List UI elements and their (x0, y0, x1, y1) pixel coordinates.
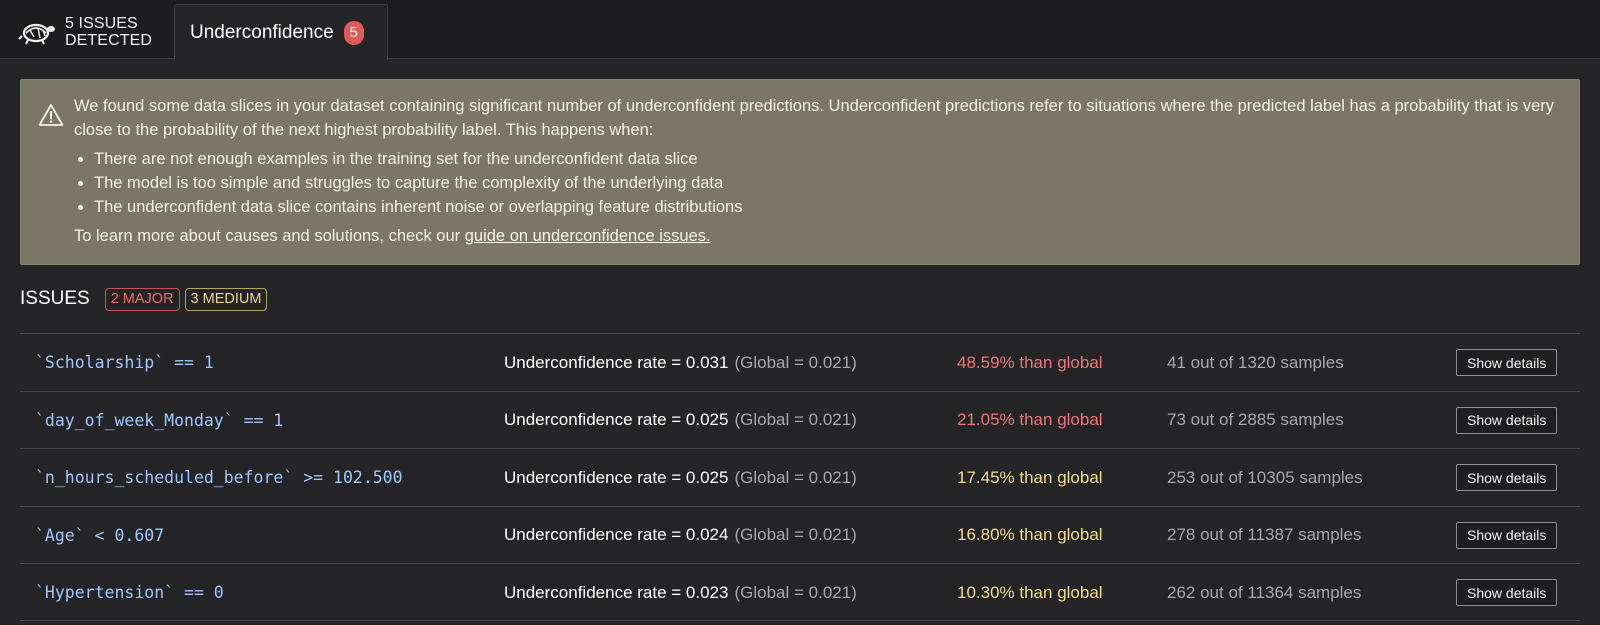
metric-cell: Underconfidence rate = 0.024 (Global = 0.… (504, 507, 857, 564)
samples-count: 278 out of 11387 samples (1167, 525, 1362, 544)
metric-cell: Underconfidence rate = 0.023 (Global = 0.… (504, 564, 857, 621)
info-alert: We found some data slices in your datase… (20, 79, 1580, 265)
global-value: (Global = 0.021) (734, 352, 857, 372)
warning-triangle-icon (38, 104, 64, 126)
issues-header: ISSUES 2 MAJOR 3 MEDIUM (20, 286, 272, 312)
alert-bullet-list: There are not enough examples in the tra… (94, 147, 1564, 219)
show-details-button[interactable]: Show details (1456, 579, 1558, 606)
global-value: (Global = 0.021) (734, 582, 857, 602)
delta-value: 21.05% than global (957, 410, 1103, 429)
action-cell: Show details (1456, 449, 1558, 506)
slice-condition: `Age` < 0.607 (35, 525, 165, 545)
metric-value: Underconfidence rate = 0.023 (504, 582, 729, 602)
alert-bullet: There are not enough examples in the tra… (94, 147, 1564, 171)
alert-body: We found some data slices in your datase… (74, 94, 1564, 248)
show-details-button[interactable]: Show details (1456, 406, 1558, 434)
samples-count: 253 out of 10305 samples (1167, 467, 1363, 487)
tab-label: Underconfidence (190, 21, 334, 43)
action-cell: Show details (1456, 564, 1558, 621)
metric-value: Underconfidence rate = 0.025 (504, 467, 729, 487)
issue-row: `Hypertension` == 0 Underconfidence rate… (20, 563, 1580, 621)
samples-count: 262 out of 11364 samples (1167, 582, 1362, 602)
global-value: (Global = 0.021) (734, 467, 857, 487)
global-value: (Global = 0.021) (734, 525, 857, 544)
show-details-button[interactable]: Show details (1456, 464, 1558, 491)
metric-value: Underconfidence rate = 0.031 (504, 352, 729, 372)
metric-cell: Underconfidence rate = 0.031 (Global = 0.… (504, 334, 857, 391)
delta-value: 16.80% than global (957, 525, 1103, 544)
issue-row: `Age` < 0.607 Underconfidence rate = 0.0… (20, 505, 1580, 564)
slice-condition: `day_of_week_Monday` == 1 (35, 410, 284, 430)
metric-value: Underconfidence rate = 0.024 (504, 525, 729, 544)
metric-cell: Underconfidence rate = 0.025 (Global = 0.… (504, 392, 857, 449)
issue-row: `n_hours_scheduled_before` >= 102.500 Un… (20, 448, 1580, 506)
issues-title: ISSUES (20, 288, 90, 309)
samples-count: 41 out of 1320 samples (1167, 352, 1344, 372)
metric-value: Underconfidence rate = 0.025 (504, 410, 729, 429)
alert-footer: To learn more about causes and solutions… (74, 224, 1564, 248)
guide-link[interactable]: guide on underconfidence issues. (465, 227, 711, 245)
slice-condition: `Hypertension` == 0 (35, 583, 224, 602)
show-details-button[interactable]: Show details (1456, 349, 1558, 376)
medium-count-badge: 3 MEDIUM (184, 287, 268, 311)
delta-value: 17.45% than global (957, 467, 1103, 487)
show-details-button[interactable]: Show details (1456, 521, 1558, 549)
issues-detected-label: 5 ISSUES DETECTED (65, 15, 153, 49)
brand: 5 ISSUES DETECTED (18, 12, 152, 52)
turtle-logo-icon (18, 23, 55, 45)
action-cell: Show details (1456, 507, 1558, 564)
issue-row: `day_of_week_Monday` == 1 Underconfidenc… (20, 390, 1580, 449)
global-value: (Global = 0.021) (734, 410, 857, 429)
alert-bullet: The underconfident data slice contains i… (94, 195, 1564, 219)
slice-condition: `Scholarship` == 1 (35, 353, 214, 372)
action-cell: Show details (1456, 392, 1558, 449)
alert-bullet: The model is too simple and struggles to… (94, 171, 1564, 195)
metric-cell: Underconfidence rate = 0.025 (Global = 0.… (504, 449, 857, 506)
alert-intro: We found some data slices in your datase… (74, 97, 1555, 139)
tab-count-badge: 5 (343, 20, 364, 45)
major-count-badge: 2 MAJOR (104, 287, 180, 311)
action-cell: Show details (1456, 334, 1558, 391)
alert-footer-text: To learn more about causes and solutions… (74, 227, 461, 245)
delta-value: 48.59% than global (957, 352, 1103, 372)
issues-table: `Scholarship` == 1 Underconfidence rate … (20, 333, 1580, 621)
tab-underconfidence[interactable]: Underconfidence 5 (174, 4, 388, 60)
delta-value: 10.30% than global (957, 582, 1103, 602)
issue-row: `Scholarship` == 1 Underconfidence rate … (20, 333, 1580, 391)
tab-bar: 5 ISSUES DETECTED Underconfidence 5 (0, 0, 1600, 60)
samples-count: 73 out of 2885 samples (1167, 410, 1344, 429)
slice-condition: `n_hours_scheduled_before` >= 102.500 (35, 468, 403, 487)
